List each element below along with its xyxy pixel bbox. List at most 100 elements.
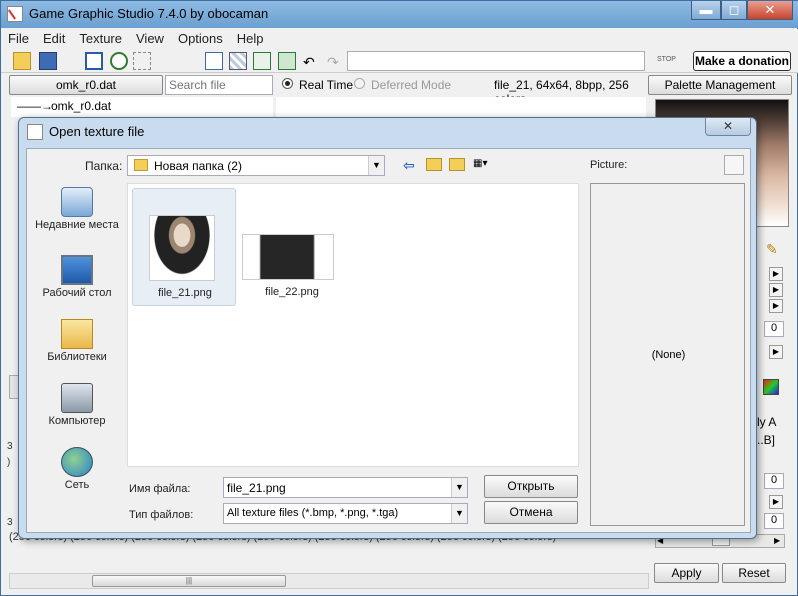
right-arrow-icon[interactable]: ▶ <box>769 345 783 359</box>
menu-edit[interactable]: Edit <box>36 29 72 48</box>
filename-value: file_21.png <box>227 481 286 495</box>
right-arrow-icon[interactable]: ▶ <box>774 536 780 545</box>
file-thumbnail <box>149 215 215 281</box>
value-field[interactable]: 0 <box>764 473 784 489</box>
dialog-app-icon <box>27 124 43 140</box>
nav-computer[interactable]: Компьютер <box>27 383 127 427</box>
preview-panel: (None) <box>590 183 745 526</box>
pencil-icon[interactable]: ✎ <box>766 241 778 258</box>
command-input[interactable] <box>347 51 645 71</box>
apply-button[interactable]: Apply <box>654 563 719 583</box>
folder-label: Папка: <box>85 159 123 173</box>
redo-icon[interactable]: ↷ <box>327 54 339 71</box>
open-folder-icon[interactable] <box>13 52 31 70</box>
right-arrow-icon[interactable]: ▶ <box>769 267 783 281</box>
undo-icon[interactable]: ↶ <box>303 54 315 71</box>
libraries-icon <box>61 319 93 349</box>
tree-item[interactable]: omk_r0.dat <box>51 99 111 113</box>
horizontal-scrollbar[interactable]: ||| <box>9 573 649 589</box>
nav-libraries[interactable]: Библиотеки <box>27 319 127 363</box>
select-frame-icon[interactable] <box>133 52 151 70</box>
filetype-select[interactable]: All texture files (*.bmp, *.png, *.tga) … <box>223 503 468 524</box>
filetype-label: Тип файлов: <box>129 509 194 521</box>
right-arrow-icon[interactable]: ▶ <box>769 299 783 313</box>
deferred-label: Deferred Mode <box>371 78 452 92</box>
edge-text: ) <box>7 457 11 468</box>
value-field[interactable]: 0 <box>764 321 784 337</box>
transparency-icon[interactable] <box>229 52 247 70</box>
right-arrow-icon[interactable]: ▶ <box>769 283 783 297</box>
menu-file[interactable]: File <box>1 29 36 48</box>
preview-none-text: (None) <box>651 349 686 361</box>
tab-file-list[interactable]: omk_r0.dat <box>9 75 163 95</box>
open-button[interactable]: Открыть <box>484 475 578 498</box>
search-input[interactable] <box>165 75 273 95</box>
close-button[interactable]: ✕ <box>747 1 793 20</box>
preview-icon[interactable] <box>724 155 744 175</box>
image-icon[interactable] <box>253 52 271 70</box>
chevron-down-icon[interactable]: ▼ <box>368 156 384 175</box>
file-list: file_21.png file_22.png <box>127 183 579 467</box>
filetype-value: All texture files (*.bmp, *.png, *.tga) <box>227 507 399 519</box>
folder-select[interactable]: Новая папка (2) ▼ <box>127 155 385 176</box>
nav-network[interactable]: Сеть <box>27 447 127 491</box>
chevron-down-icon[interactable]: ▼ <box>451 504 467 523</box>
texture-grid-area <box>276 97 646 117</box>
filename-label: Имя файла: <box>129 483 191 495</box>
chevron-down-icon[interactable]: ▼ <box>451 478 467 497</box>
view-menu-icon[interactable]: ▦▾ <box>473 158 495 171</box>
file-item[interactable]: file_22.png <box>240 188 344 306</box>
realtime-radio[interactable] <box>282 78 293 89</box>
zoom-icon[interactable] <box>110 52 128 70</box>
back-icon[interactable]: ⇦ <box>403 157 415 174</box>
menu-bar: File Edit Texture View Options Help <box>1 29 798 49</box>
reset-button[interactable]: Reset <box>722 563 786 583</box>
right-arrow-icon[interactable]: ▶ <box>769 495 783 509</box>
file-thumbnail <box>242 234 334 280</box>
open-texture-dialog: Open texture file ✕ Папка: Новая папка (… <box>18 117 757 539</box>
nav-recent-places[interactable]: Недавние места <box>27 187 127 231</box>
network-icon <box>61 447 93 477</box>
minimize-button[interactable]: ▬ <box>691 1 721 20</box>
desktop-icon <box>61 255 93 285</box>
mode-bar: Real Time Deferred Mode file_21, 64x64, … <box>276 75 646 106</box>
computer-icon <box>61 383 93 413</box>
tree-arrow-icon: ——→ <box>17 99 53 113</box>
color-picker-icon[interactable] <box>763 379 779 395</box>
menu-view[interactable]: View <box>129 29 171 48</box>
save-icon[interactable] <box>39 52 57 70</box>
filename-input[interactable]: file_21.png ▼ <box>223 477 468 498</box>
donate-button[interactable]: Make a donation <box>693 51 791 71</box>
app-icon <box>7 6 23 22</box>
nav-label: Недавние места <box>35 219 119 231</box>
film-icon[interactable] <box>278 52 296 70</box>
partial-label: ly A <box>757 415 777 429</box>
partial-label: ..B] <box>757 433 776 447</box>
main-window: Game Graphic Studio 7.4.0 by obocaman ▬ … <box>0 0 798 596</box>
nav-label: Рабочий стол <box>42 287 112 299</box>
dialog-close-button[interactable]: ✕ <box>705 118 751 136</box>
maximize-button[interactable]: ◻ <box>721 1 747 20</box>
nav-desktop[interactable]: Рабочий стол <box>27 255 127 299</box>
value-field[interactable]: 0 <box>764 513 784 529</box>
dialog-body: Папка: Новая папка (2) ▼ ⇦ ▦▾ Picture: Н… <box>26 148 751 533</box>
recent-places-icon <box>61 187 93 217</box>
up-folder-icon[interactable] <box>426 158 442 171</box>
menu-options[interactable]: Options <box>171 29 230 48</box>
nav-label: Компьютер <box>48 415 106 427</box>
nav-label: Сеть <box>64 479 90 491</box>
scroll-thumb[interactable]: ||| <box>92 575 286 587</box>
file-name: file_22.png <box>265 286 319 298</box>
new-folder-icon[interactable] <box>449 158 465 171</box>
grid-view-icon[interactable] <box>85 52 103 70</box>
stop-label[interactable]: STOP <box>657 56 676 63</box>
file-name: file_21.png <box>158 287 212 299</box>
check-document-icon[interactable] <box>205 52 223 70</box>
menu-texture[interactable]: Texture <box>72 29 129 48</box>
cancel-button[interactable]: Отмена <box>484 501 578 524</box>
folder-icon <box>134 159 148 171</box>
tab-palette-management[interactable]: Palette Management <box>648 75 792 95</box>
file-item-selected[interactable]: file_21.png <box>132 188 236 306</box>
menu-help[interactable]: Help <box>230 29 271 48</box>
deferred-radio[interactable] <box>354 78 365 89</box>
